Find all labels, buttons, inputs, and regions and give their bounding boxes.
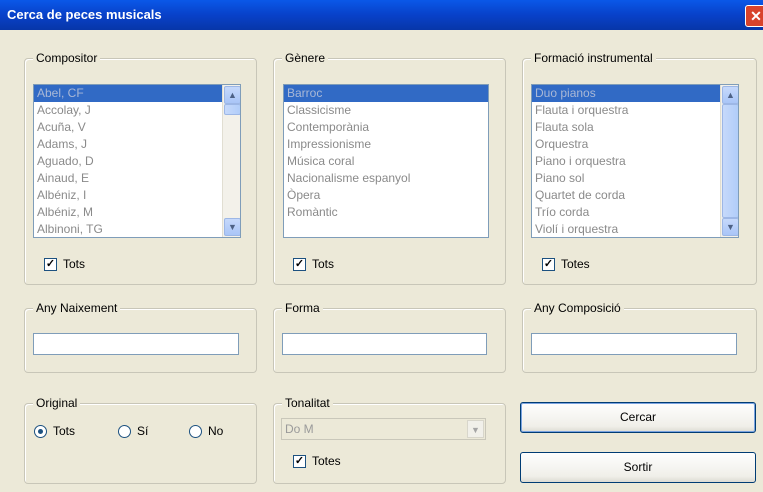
list-item[interactable]: Òpera bbox=[284, 187, 488, 204]
original-option-label: No bbox=[208, 424, 224, 438]
list-item[interactable]: Accolay, J bbox=[34, 102, 240, 119]
list-item[interactable]: Acuña, V bbox=[34, 119, 240, 136]
formacio-all-label: Totes bbox=[561, 257, 590, 271]
formacio-label: Formació instrumental bbox=[531, 51, 656, 65]
list-item[interactable]: Violí i orquestra bbox=[532, 221, 738, 237]
radio-circle[interactable] bbox=[34, 424, 47, 438]
formacio-list[interactable]: Duo pianos Flauta i orquestra Flauta sola O… bbox=[531, 84, 739, 238]
compositor-all-checkbox[interactable]: ✓ Tots bbox=[44, 257, 85, 271]
list-item[interactable]: Romàntic bbox=[284, 204, 488, 221]
genere-all-checkbox[interactable]: ✓ Tots bbox=[293, 257, 334, 271]
arrow-down-icon[interactable]: ▼ bbox=[224, 218, 240, 236]
list-item[interactable]: Classicisme bbox=[284, 102, 488, 119]
window-title: Cerca de peces musicals bbox=[7, 7, 162, 22]
list-item[interactable]: Ainaud, E bbox=[34, 170, 240, 187]
list-item[interactable]: Flauta i orquestra bbox=[532, 102, 738, 119]
list-item[interactable]: Albéniz, M bbox=[34, 204, 240, 221]
compositor-label: Compositor bbox=[33, 51, 101, 65]
list-item[interactable]: Piano i orquestra bbox=[532, 153, 738, 170]
list-item[interactable]: Impressionisme bbox=[284, 136, 488, 153]
search-button[interactable]: Cercar bbox=[520, 402, 756, 433]
original-option-label: Tots bbox=[53, 424, 76, 438]
original-label: Original bbox=[33, 396, 81, 410]
original-radio-si[interactable]: Sí bbox=[118, 424, 148, 438]
original-group: Original bbox=[24, 396, 257, 484]
genere-label: Gènere bbox=[282, 51, 329, 65]
list-item[interactable]: Orquestra bbox=[532, 136, 738, 153]
list-item[interactable]: Quartet de corda bbox=[532, 187, 738, 204]
list-item[interactable]: Adams, J bbox=[34, 136, 240, 153]
checkbox-box[interactable]: ✓ bbox=[542, 257, 555, 271]
list-item[interactable]: Abel, CF bbox=[34, 85, 240, 102]
genere-list[interactable]: Barroc Classicisme Contemporània Impression… bbox=[283, 84, 489, 238]
original-radio-tots[interactable]: Tots bbox=[34, 424, 75, 438]
tonalitat-all-label: Totes bbox=[312, 454, 341, 468]
radio-circle[interactable] bbox=[189, 424, 202, 438]
chevron-down-icon[interactable]: ▼ bbox=[467, 420, 484, 438]
any-naixement-input[interactable] bbox=[33, 333, 239, 355]
tonalitat-group: Tonalitat bbox=[273, 396, 506, 484]
original-radio-no[interactable]: No bbox=[189, 424, 223, 438]
list-item[interactable]: Trío corda bbox=[532, 204, 738, 221]
list-item[interactable]: Aguado, D bbox=[34, 153, 240, 170]
any-composicio-input[interactable] bbox=[531, 333, 737, 355]
list-item[interactable]: Duo pianos bbox=[532, 85, 738, 102]
close-icon: ✕ bbox=[750, 8, 762, 24]
any-naixement-label: Any Naixement bbox=[33, 301, 121, 315]
list-item[interactable]: Piano sol bbox=[532, 170, 738, 187]
compositor-scrollbar[interactable]: ▲ ▼ bbox=[222, 85, 240, 237]
tonalitat-label: Tonalitat bbox=[282, 396, 333, 410]
compositor-all-label: Tots bbox=[63, 257, 86, 271]
list-item[interactable]: Flauta sola bbox=[532, 119, 738, 136]
original-option-label: Sí bbox=[137, 424, 149, 438]
checkbox-box[interactable]: ✓ bbox=[293, 454, 306, 468]
title-bar: Cerca de peces musicals ✕ bbox=[0, 0, 763, 30]
scroll-thumb[interactable] bbox=[722, 104, 738, 218]
list-item[interactable]: Música coral bbox=[284, 153, 488, 170]
any-composicio-label: Any Composició bbox=[531, 301, 624, 315]
arrow-up-icon[interactable]: ▲ bbox=[224, 86, 240, 104]
tonalitat-value: Do M bbox=[285, 422, 314, 436]
scroll-thumb[interactable] bbox=[224, 104, 240, 115]
radio-circle[interactable] bbox=[118, 424, 131, 438]
checkbox-box[interactable]: ✓ bbox=[44, 257, 57, 271]
list-item[interactable]: Contemporània bbox=[284, 119, 488, 136]
exit-button[interactable]: Sortir bbox=[520, 452, 756, 483]
list-item[interactable]: Albéniz, I bbox=[34, 187, 240, 204]
tonalitat-all-checkbox[interactable]: ✓ Totes bbox=[293, 454, 341, 468]
list-item[interactable]: Barroc bbox=[284, 85, 488, 102]
close-button[interactable]: ✕ bbox=[745, 5, 763, 27]
genere-all-label: Tots bbox=[312, 257, 335, 271]
arrow-up-icon[interactable]: ▲ bbox=[722, 86, 738, 104]
tonalitat-select[interactable]: Do M ▼ bbox=[281, 418, 486, 440]
arrow-down-icon[interactable]: ▼ bbox=[722, 218, 738, 236]
list-item[interactable]: Nacionalisme espanyol bbox=[284, 170, 488, 187]
list-item[interactable]: Albinoni, TG bbox=[34, 221, 240, 237]
formacio-all-checkbox[interactable]: ✓ Totes bbox=[542, 257, 590, 271]
formacio-scrollbar[interactable]: ▲ ▼ bbox=[720, 85, 738, 237]
forma-input[interactable] bbox=[282, 333, 487, 355]
compositor-list[interactable]: Abel, CF Accolay, J Acuña, V Adams, J Aguado… bbox=[33, 84, 241, 238]
forma-label: Forma bbox=[282, 301, 323, 315]
checkbox-box[interactable]: ✓ bbox=[293, 257, 306, 271]
